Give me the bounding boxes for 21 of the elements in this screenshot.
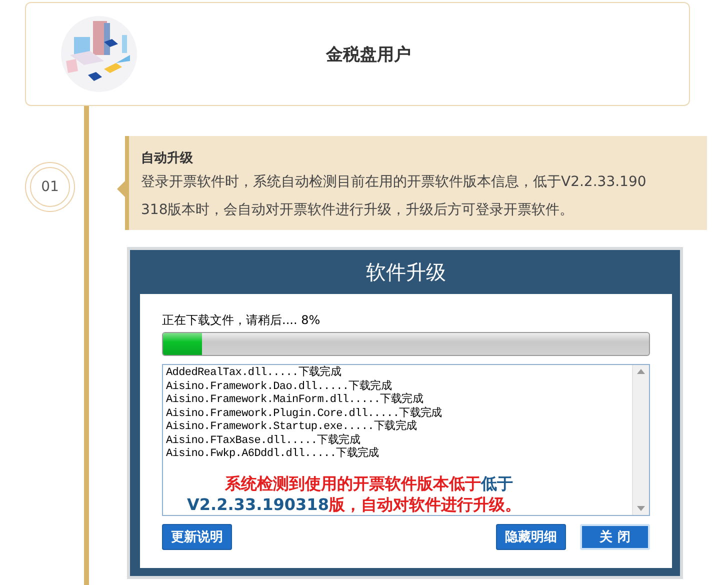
step-badge: 01: [25, 162, 75, 212]
log-line: Aisino.Framework.Plugin.Core.dll.....下载完成: [166, 408, 443, 420]
log-line: Aisino.Fwkp.A6Dddl.dll.....下载完成: [166, 448, 380, 462]
step-title: 自动升级: [141, 150, 194, 168]
log-line: Aisino.Framework.Dao.dll.....下载完成: [166, 380, 393, 393]
scroll-up-icon[interactable]: [637, 369, 645, 374]
log-line: Aisino.Framework.MainForm.dll.....下载完成: [166, 394, 424, 406]
log-line: AddedRealTax.dll.....下载完成: [166, 367, 342, 380]
header-title: 金税盘用户: [325, 44, 412, 66]
upgrade-notice: V2.2.33.190318版，自动对软件进行升级。: [187, 494, 521, 515]
scroll-down-icon[interactable]: [637, 506, 645, 511]
dialog-title: 软件升级: [365, 258, 447, 286]
upgrade-notice: 系统检测到使用的开票软件版本低于低于: [224, 473, 514, 494]
log-line: Aisino.FTaxBase.dll.....下载完成: [166, 434, 362, 446]
scrollbar[interactable]: [632, 365, 649, 515]
dialog-button[interactable]: 更新说明: [162, 524, 232, 550]
dialog-button[interactable]: 关 闭: [580, 524, 650, 550]
download-status: 正在下载文件，请稍后.... 8%: [162, 312, 322, 328]
step-description: 登录开票软件时，系统自动检测目前在用的开票软件版本信息，低于V2.2.33.190318版本时，会自动对开票软件进行升级，升级后方可登录开票软件。: [141, 173, 648, 220]
dialog-button[interactable]: 隐藏明细: [496, 524, 566, 550]
log-line: Aisino.Framework.Startup.exe.....下载完成: [166, 421, 418, 434]
